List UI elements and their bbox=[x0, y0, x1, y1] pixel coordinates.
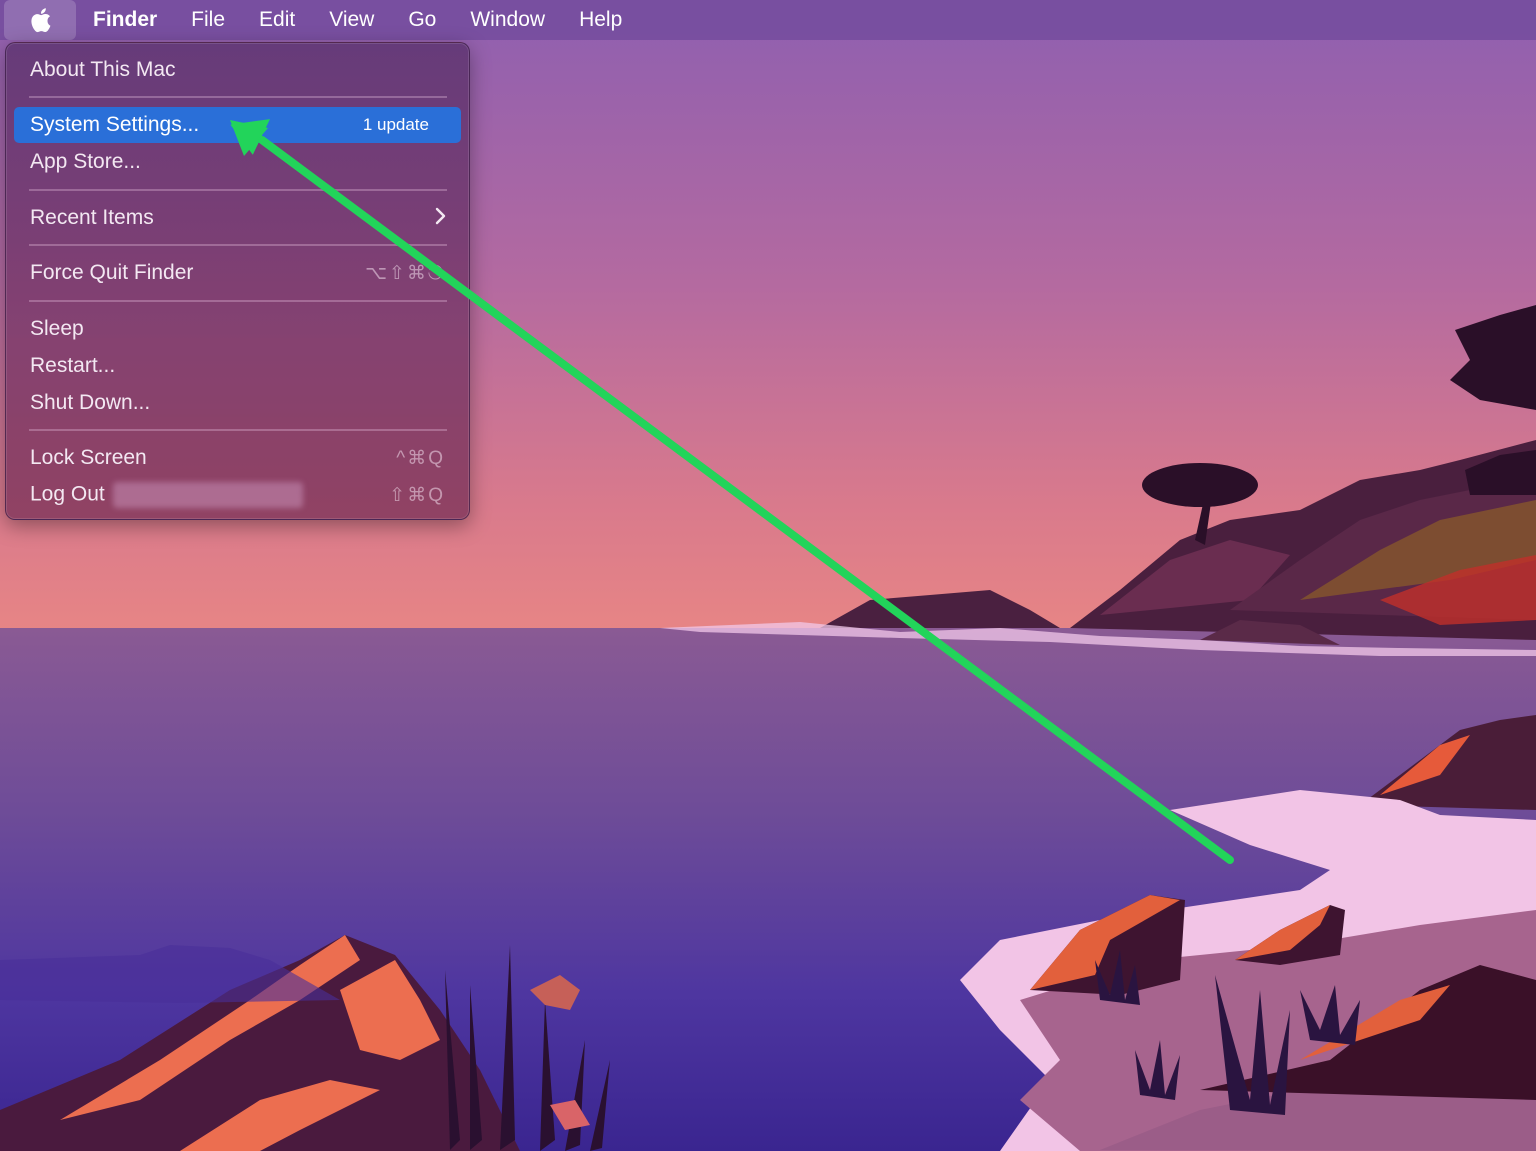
keyboard-shortcut: ⌥⇧⌘⎋ bbox=[365, 262, 445, 284]
menu-bar: Finder File Edit View Go Window Help bbox=[0, 0, 1536, 40]
menu-separator bbox=[29, 96, 447, 98]
menu-item-label: Shut Down... bbox=[30, 391, 151, 414]
menu-item-label: Restart... bbox=[30, 354, 116, 377]
apple-menu-button[interactable] bbox=[4, 0, 76, 40]
menu-item-label: About This Mac bbox=[30, 58, 176, 81]
menu-item-sleep[interactable]: Sleep bbox=[14, 311, 461, 347]
menu-separator bbox=[29, 300, 447, 302]
menu-item-shut-down[interactable]: Shut Down... bbox=[14, 385, 461, 421]
menu-separator bbox=[29, 189, 447, 191]
menubar-file[interactable]: File bbox=[174, 0, 242, 40]
update-badge: 1 update bbox=[362, 115, 429, 134]
keyboard-shortcut: ^⌘Q bbox=[396, 447, 445, 469]
menu-separator bbox=[29, 244, 447, 246]
menu-item-label: Log Out bbox=[30, 482, 105, 506]
menu-item-label: Sleep bbox=[30, 317, 84, 340]
apple-logo-icon bbox=[31, 8, 51, 33]
menu-item-label: Lock Screen bbox=[30, 446, 147, 469]
chevron-right-icon bbox=[435, 205, 447, 231]
menu-item-system-settings[interactable]: System Settings... 1 update bbox=[14, 107, 461, 143]
menubar-edit[interactable]: Edit bbox=[242, 0, 312, 40]
keyboard-shortcut: ⇧⌘Q bbox=[389, 484, 445, 506]
menu-item-log-out[interactable]: Log Out ⇧⌘Q bbox=[14, 477, 461, 513]
menu-item-restart[interactable]: Restart... bbox=[14, 348, 461, 384]
menubar-app-name[interactable]: Finder bbox=[76, 0, 174, 40]
menu-item-force-quit[interactable]: Force Quit Finder ⌥⇧⌘⎋ bbox=[14, 255, 461, 291]
menu-item-recent-items[interactable]: Recent Items bbox=[14, 200, 461, 236]
menu-item-about-this-mac[interactable]: About This Mac bbox=[14, 52, 461, 88]
menu-item-label: System Settings... bbox=[30, 113, 200, 136]
menu-item-label: Force Quit Finder bbox=[30, 261, 194, 284]
redacted-username bbox=[112, 482, 303, 508]
menu-item-lock-screen[interactable]: Lock Screen ^⌘Q bbox=[14, 440, 461, 476]
menu-item-label: App Store... bbox=[30, 150, 141, 173]
menu-separator bbox=[29, 429, 447, 431]
menubar-view[interactable]: View bbox=[312, 0, 391, 40]
menu-item-label: Recent Items bbox=[30, 206, 154, 229]
menubar-window[interactable]: Window bbox=[453, 0, 562, 40]
menubar-help[interactable]: Help bbox=[562, 0, 639, 40]
menubar-go[interactable]: Go bbox=[391, 0, 453, 40]
menu-item-app-store[interactable]: App Store... bbox=[14, 144, 461, 180]
apple-menu-dropdown: About This Mac System Settings... 1 upda… bbox=[5, 42, 470, 520]
